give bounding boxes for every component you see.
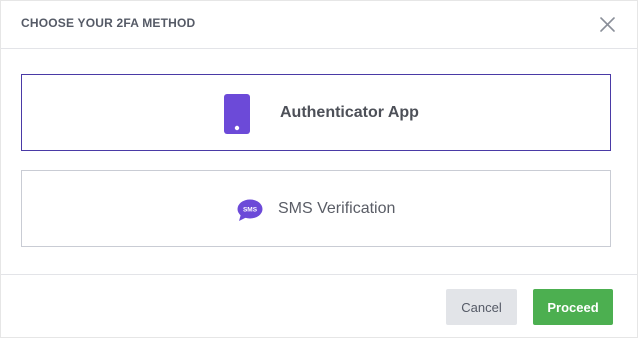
option-label: Authenticator App: [280, 104, 419, 121]
modal-footer: Cancel Proceed: [1, 274, 637, 338]
option-sms-verification[interactable]: SMS SMS Verification: [21, 170, 611, 247]
cancel-button[interactable]: Cancel: [446, 289, 517, 325]
sms-bubble-icon: SMS: [237, 199, 263, 221]
option-authenticator-app[interactable]: Authenticator App: [21, 74, 611, 151]
twofa-modal: CHOOSE YOUR 2FA METHOD Authenticator App…: [0, 0, 638, 338]
modal-title: CHOOSE YOUR 2FA METHOD: [21, 16, 196, 30]
option-label: SMS Verification: [278, 200, 396, 217]
modal-header: CHOOSE YOUR 2FA METHOD: [1, 1, 637, 49]
proceed-button[interactable]: Proceed: [533, 289, 613, 325]
close-icon[interactable]: [599, 16, 616, 33]
smartphone-icon: [224, 94, 250, 134]
sms-icon-text: SMS: [243, 207, 258, 214]
